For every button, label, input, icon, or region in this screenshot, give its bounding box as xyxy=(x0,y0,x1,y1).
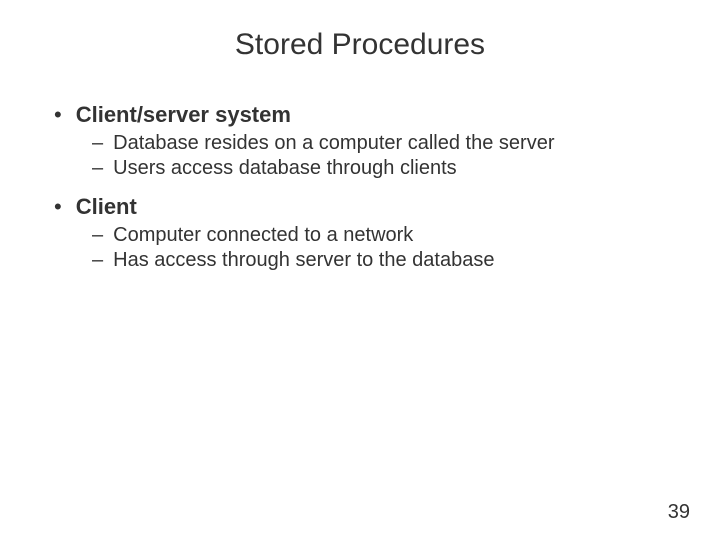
bullet-level1: • Client/server system xyxy=(54,102,680,128)
bullet-dot-icon: • xyxy=(54,196,62,218)
slide-body: • Client/server system – Database reside… xyxy=(0,62,720,272)
page-number: 39 xyxy=(668,501,690,524)
bullet-child-text: Users access database through clients xyxy=(113,157,457,180)
slide: Stored Procedures • Client/server system… xyxy=(0,0,720,540)
bullet-child-text: Database resides on a computer called th… xyxy=(113,132,554,155)
dash-icon: – xyxy=(92,249,103,272)
bullet-children: – Database resides on a computer called … xyxy=(54,132,680,180)
bullet-child-text: Computer connected to a network xyxy=(113,224,413,247)
bullet-level1: • Client xyxy=(54,194,680,220)
bullet-level2: – Has access through server to the datab… xyxy=(92,249,680,272)
dash-icon: – xyxy=(92,157,103,180)
slide-title: Stored Procedures xyxy=(0,0,720,62)
bullet-label: Client xyxy=(76,194,137,220)
bullet-dot-icon: • xyxy=(54,104,62,126)
dash-icon: – xyxy=(92,132,103,155)
dash-icon: – xyxy=(92,224,103,247)
bullet-children: – Computer connected to a network – Has … xyxy=(54,224,680,272)
bullet-child-text: Has access through server to the databas… xyxy=(113,249,494,272)
bullet-label: Client/server system xyxy=(76,102,291,128)
bullet-level2: – Computer connected to a network xyxy=(92,224,680,247)
bullet-level2: – Database resides on a computer called … xyxy=(92,132,680,155)
bullet-level2: – Users access database through clients xyxy=(92,157,680,180)
